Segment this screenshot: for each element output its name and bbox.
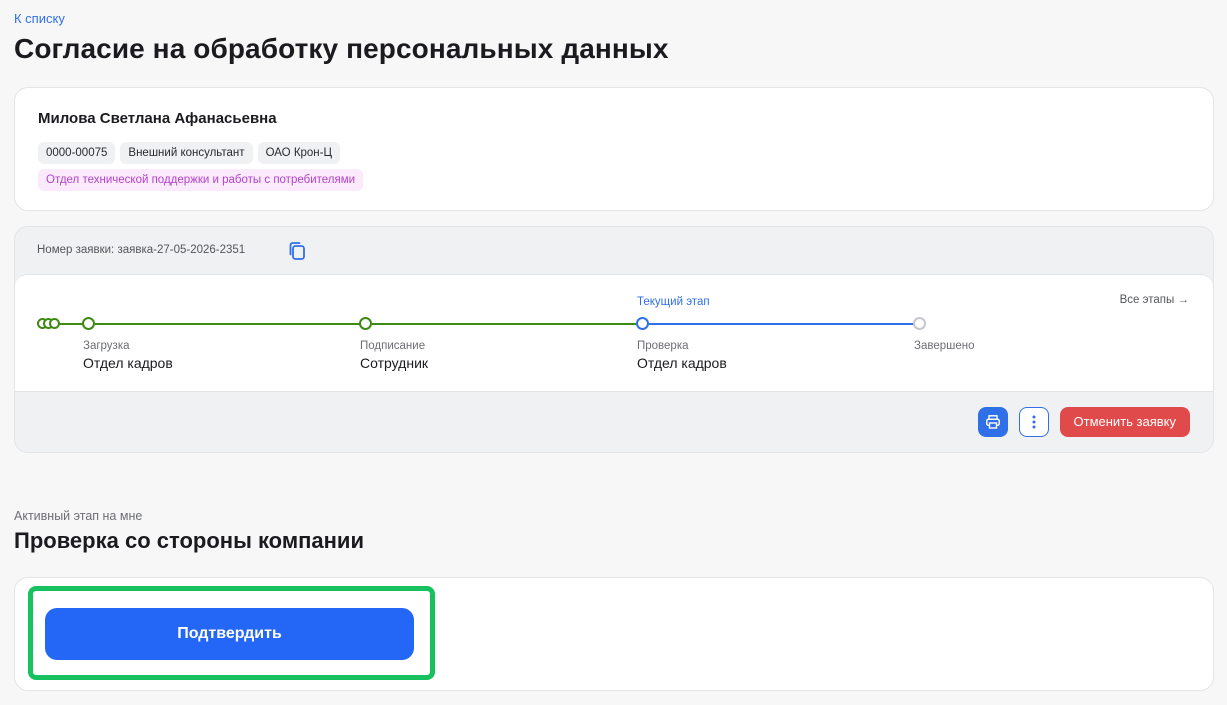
timeline-segment-done	[372, 323, 642, 325]
more-options-button[interactable]	[1018, 407, 1049, 437]
stage-name-completed: Завершено	[914, 340, 975, 352]
stage-dot-review	[636, 317, 649, 330]
stage-owner-upload: Отдел кадров	[83, 355, 173, 371]
current-stage-label: Текущий этап	[637, 296, 710, 308]
print-button[interactable]	[977, 407, 1008, 437]
back-to-list-link[interactable]: К списку	[14, 11, 65, 26]
request-number: Номер заявки: заявка-27-05-2026-2351	[37, 244, 246, 256]
active-step-title: Проверка со стороны компании	[14, 528, 364, 553]
request-actions: Отменить заявку	[977, 407, 1190, 437]
stage-owner-review: Отдел кадров	[637, 355, 727, 371]
employee-department-tag: Отдел технической поддержки и работы с п…	[38, 169, 364, 191]
stage-dot-signing	[359, 317, 372, 330]
stage-dot-completed	[913, 317, 926, 330]
employee-company-tag: ОАО Крон-Ц	[257, 142, 340, 164]
employee-position-tag: Внешний консультант	[120, 142, 253, 164]
copy-icon[interactable]	[287, 240, 307, 262]
employee-card: Милова Светлана Афанасьевна 0000-00075 В…	[14, 87, 1214, 211]
stage-owner-signing: Сотрудник	[360, 355, 429, 371]
more-vertical-icon	[1032, 415, 1036, 429]
page-title: Согласие на обработку персональных данны…	[14, 33, 669, 64]
active-step-caption: Активный этап на мне	[14, 509, 143, 523]
confirm-button[interactable]: Подтвердить	[45, 608, 414, 660]
request-panel: Номер заявки: заявка-27-05-2026-2351 Все…	[14, 226, 1214, 453]
stages-timeline: Все этапы → Текущий этап Загрузка Отдел …	[15, 274, 1213, 392]
all-stages-link[interactable]: Все этапы →	[1120, 294, 1189, 306]
timeline-segment-current	[649, 323, 919, 325]
timeline-segment-done	[95, 323, 365, 325]
stage-name-signing: Подписание	[360, 340, 426, 352]
stage-name-review: Проверка	[637, 340, 689, 352]
stage-name-upload: Загрузка	[83, 340, 130, 352]
stage-dot-upload	[82, 317, 95, 330]
cancel-request-button[interactable]: Отменить заявку	[1059, 407, 1190, 437]
printer-icon	[985, 415, 1000, 429]
employee-id-tag: 0000-00075	[38, 142, 116, 164]
employee-name: Милова Светлана Афанасьевна	[38, 110, 277, 127]
employee-tags: 0000-00075 Внешний консультант ОАО Крон-…	[38, 142, 340, 164]
